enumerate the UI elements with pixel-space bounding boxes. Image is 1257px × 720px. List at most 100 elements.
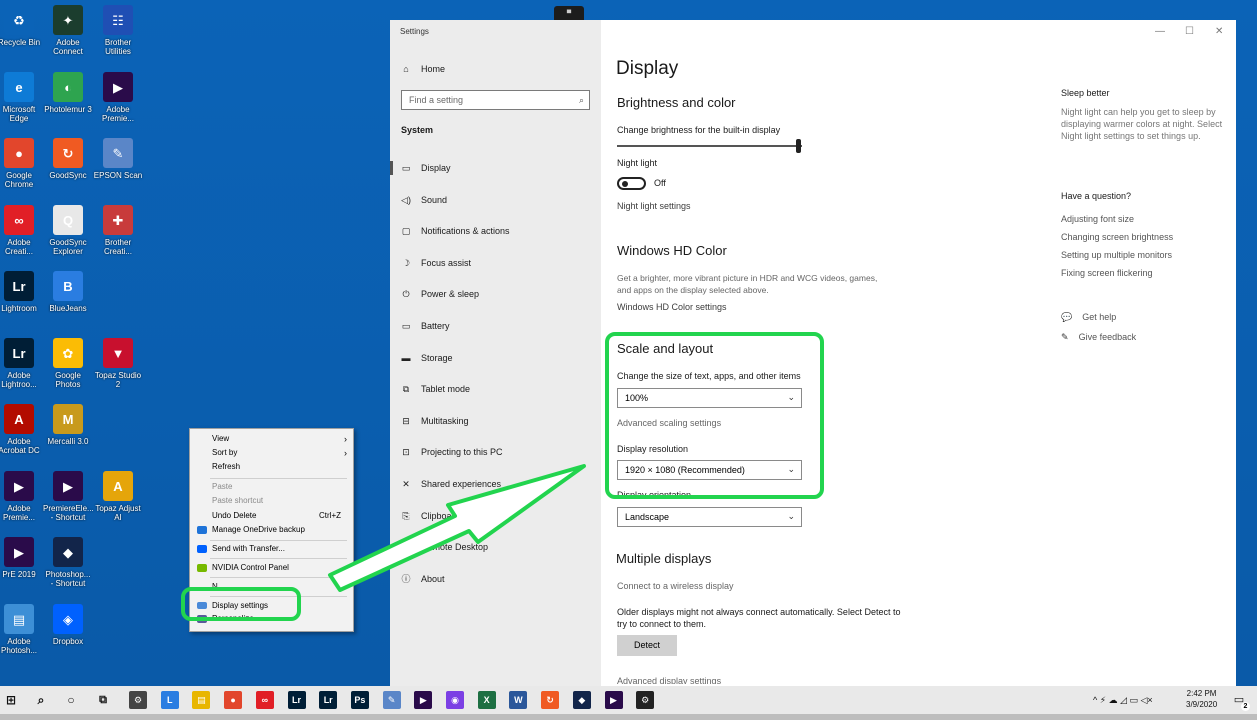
desktop-icon-label: Google Photos xyxy=(55,371,81,389)
desktop-icon[interactable]: ✦ Adobe Connect xyxy=(43,5,93,56)
desktop-icon[interactable]: ✚ Brother Creati... xyxy=(93,205,143,256)
desktop-icon[interactable]: ◆ Photoshop... - Shortcut xyxy=(43,537,93,588)
desktop-icon[interactable]: ↻ GoodSync xyxy=(43,138,93,180)
orientation-dropdown[interactable]: Landscape ⌄ xyxy=(617,507,802,527)
desktop-icon[interactable]: ◐ Photolemur 3 xyxy=(43,72,93,114)
sidebar-item-focus-assist[interactable]: ☽ Focus assist xyxy=(400,255,590,271)
menu-item-onedrive[interactable]: Manage OneDrive backup xyxy=(190,523,353,537)
start-button[interactable]: ⊞ xyxy=(2,691,20,709)
chevron-right-icon: › xyxy=(344,434,347,444)
menu-item-nvidia[interactable]: NVIDIA Control Panel xyxy=(190,561,353,575)
sidebar-item-power-sleep[interactable]: ⏻ Power & sleep xyxy=(400,286,590,302)
desktop-icon[interactable]: A Adobe Acrobat DC xyxy=(0,404,44,455)
menu-item-sort-by[interactable]: Sort by › xyxy=(190,446,353,460)
sidebar-item-display[interactable]: ▭ Display xyxy=(390,160,590,176)
display-settings-highlight xyxy=(181,587,301,621)
desktop-icon[interactable]: ∞ Adobe Creati... xyxy=(0,205,44,256)
nav-icon: ▬ xyxy=(401,352,411,363)
taskbar-app-icon[interactable]: Lr xyxy=(319,691,338,709)
search-icon[interactable]: ⌕ xyxy=(32,691,50,709)
desktop-icon[interactable]: ♻ Recycle Bin xyxy=(0,5,44,47)
taskbar-app-icon[interactable]: W xyxy=(509,691,528,709)
help-link[interactable]: Changing screen brightness xyxy=(1061,232,1173,242)
taskbar-app-icon[interactable]: ◉ xyxy=(446,691,464,709)
taskbar-app-icon[interactable]: Lr xyxy=(287,691,306,709)
clock[interactable]: 2:42 PM 3/9/2020 xyxy=(1186,688,1217,710)
desktop-icon[interactable]: ◈ Dropbox xyxy=(43,604,93,646)
taskbar-app-icon[interactable]: ⚙ xyxy=(129,691,147,709)
give-feedback-link[interactable]: ✎ Give feedback xyxy=(1061,332,1136,343)
cortana-icon[interactable]: ○ xyxy=(62,691,80,709)
desktop-icon[interactable]: ✎ EPSON Scan xyxy=(93,138,143,180)
taskbar-app-icon[interactable]: ▤ xyxy=(192,691,211,709)
sidebar-item-projecting-to-this-pc[interactable]: ⊡ Projecting to this PC xyxy=(400,444,590,460)
taskbar-app-icon[interactable]: ⚙ xyxy=(636,691,655,709)
night-light-settings-link[interactable]: Night light settings xyxy=(617,201,691,211)
desktop-icon[interactable]: ▶ PremiereEle... - Shortcut xyxy=(43,471,94,522)
taskbar-app-icon[interactable]: ∞ xyxy=(255,691,274,709)
menu-item-undo-delete[interactable]: Undo Delete Ctrl+Z xyxy=(190,509,353,523)
help-link[interactable]: Fixing screen flickering xyxy=(1061,268,1153,278)
desktop-icon[interactable]: ▶ Adobe Premie... xyxy=(0,471,44,522)
desktop-icon[interactable]: ☷ Brother Utilities xyxy=(93,5,143,56)
sidebar-item-home[interactable]: ⌂ Home xyxy=(400,61,590,77)
sidebar-item-notifications-actions[interactable]: ▢ Notifications & actions xyxy=(400,223,590,239)
desktop-icon[interactable]: M Mercalli 3.0 xyxy=(43,404,93,446)
taskbar-app-icon[interactable]: ● xyxy=(224,691,243,709)
desktop-icon[interactable]: Q GoodSync Explorer xyxy=(43,205,93,256)
sidebar-item-tablet-mode[interactable]: ⧉ Tablet mode xyxy=(400,381,590,397)
sidebar-item-label: Tablet mode xyxy=(421,384,471,395)
taskbar-app-icon[interactable]: ▶ xyxy=(604,691,623,709)
taskbar: ⊞ ⌕ ○ ⧉ ⚙ L ▤ ● ∞ Lr Lr Ps ✎ ▶ ◉ X W ↻ ◆ ▶ ⚙ ^ ⚡ ☁ ◿ ▭ ◁… xyxy=(0,686,1257,714)
taskbar-app-icon[interactable]: ↻ xyxy=(541,691,560,709)
sidebar-item-battery[interactable]: ▭ Battery xyxy=(400,318,590,334)
wireless-display-link[interactable]: Connect to a wireless display xyxy=(617,581,734,591)
desktop-icon[interactable]: B BlueJeans xyxy=(43,271,93,313)
desktop-icon[interactable]: e Microsoft Edge xyxy=(0,72,44,123)
detect-button[interactable]: Detect xyxy=(617,635,677,656)
desktop-icon[interactable]: Lr Lightroom xyxy=(0,271,44,313)
desktop-icon[interactable]: ✿ Google Photos xyxy=(43,338,93,389)
taskbar-app-icon[interactable]: X xyxy=(477,691,496,709)
desktop-icon[interactable]: ▼ Topaz Studio 2 xyxy=(93,338,143,389)
taskbar-app-icon[interactable]: Ps xyxy=(350,691,369,709)
taskbar-app-icon[interactable]: ◆ xyxy=(572,691,591,709)
brightness-slider-thumb[interactable] xyxy=(796,139,801,153)
app-icon: Q xyxy=(53,205,83,235)
maximize-button[interactable]: ☐ xyxy=(1185,26,1194,37)
hdr-settings-link[interactable]: Windows HD Color settings xyxy=(617,302,727,312)
notification-icon[interactable]: ▭ 2 xyxy=(1230,691,1250,711)
sidebar-item-shared-experiences[interactable]: ✕ Shared experiences xyxy=(400,476,590,492)
task-view-icon[interactable]: ⧉ xyxy=(94,691,112,709)
menu-item-view[interactable]: View › xyxy=(190,432,353,446)
help-link[interactable]: Adjusting font size xyxy=(1061,214,1134,224)
menu-item-send-transfer[interactable]: Send with Transfer... xyxy=(190,542,353,556)
desktop-icon[interactable]: Lr Adobe Lightroo... xyxy=(0,338,44,389)
brightness-slider-track[interactable] xyxy=(617,145,802,147)
desktop-icon[interactable]: ● Google Chrome xyxy=(0,138,44,189)
minimize-button[interactable]: — xyxy=(1155,26,1165,37)
menu-item-refresh[interactable]: Refresh xyxy=(190,460,353,474)
sidebar-item-remote-desktop[interactable]: ⇆ Remote Desktop xyxy=(400,539,590,555)
desktop-icon[interactable]: ▶ PrE 2019 xyxy=(0,537,44,579)
sidebar-item-about[interactable]: ⓘ About xyxy=(400,571,590,587)
sidebar-item-clipboard[interactable]: ⎘ Clipboard xyxy=(400,508,590,524)
night-light-toggle[interactable] xyxy=(617,177,646,190)
app-icon: ♻ xyxy=(4,5,34,35)
desktop-icon[interactable]: ▤ Adobe Photosh... xyxy=(0,604,44,655)
app-icon: ✿ xyxy=(53,338,83,368)
advanced-display-link[interactable]: Advanced display settings xyxy=(617,676,721,684)
sidebar-item-storage[interactable]: ▬ Storage xyxy=(400,350,590,366)
get-help-link[interactable]: 💬 Get help xyxy=(1061,312,1116,323)
desktop-icon[interactable]: A Topaz Adjust AI xyxy=(93,471,143,522)
taskbar-app-icon[interactable]: ▶ xyxy=(414,691,433,709)
sidebar-item-multitasking[interactable]: ⊟ Multitasking xyxy=(400,413,590,429)
system-tray-icons[interactable]: ^ ⚡ ☁ ◿ ▭ ◁× xyxy=(1093,695,1153,706)
taskbar-app-icon[interactable]: ✎ xyxy=(382,691,401,709)
search-input[interactable]: Find a setting ⌕ xyxy=(401,90,590,110)
help-link[interactable]: Setting up multiple monitors xyxy=(1061,250,1172,260)
close-button[interactable]: ✕ xyxy=(1215,26,1223,37)
sidebar-item-sound[interactable]: ◁) Sound xyxy=(400,192,590,208)
desktop-icon[interactable]: ▶ Adobe Premie... xyxy=(93,72,143,123)
taskbar-app-icon[interactable]: L xyxy=(160,691,179,709)
